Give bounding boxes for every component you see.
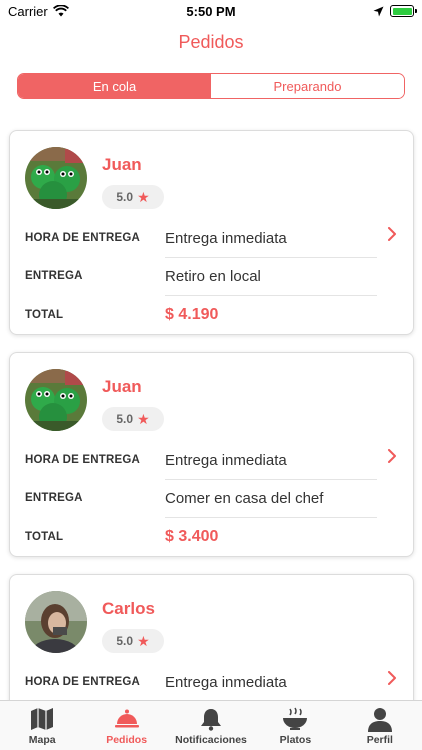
total-row: TOTAL $ 4.190 xyxy=(25,296,377,334)
customer-name: Juan xyxy=(102,377,142,396)
battery-icon xyxy=(390,5,417,17)
status-bar: Carrier 5:50 PM xyxy=(0,0,422,22)
tab-label: Pedidos xyxy=(106,734,148,746)
delivery-value: Retiro en local xyxy=(165,267,261,285)
delivery-row: ENTREGA Comer en casa del chef xyxy=(25,479,377,517)
chevron-right-icon[interactable] xyxy=(385,449,399,463)
tab-label: Platos xyxy=(279,734,312,746)
total-label: TOTAL xyxy=(25,309,64,321)
tab-label: Notificaciones xyxy=(175,734,247,746)
total-label: TOTAL xyxy=(25,531,64,543)
chevron-right-icon[interactable] xyxy=(385,227,399,241)
segment-preparando[interactable]: Preparando xyxy=(211,74,404,98)
delivery-value: Comer en casa del chef xyxy=(165,489,324,507)
rating-badge: 5.0 ★ xyxy=(102,185,164,209)
star-icon: ★ xyxy=(137,632,150,649)
segment-en-cola[interactable]: En cola xyxy=(18,74,211,98)
order-card[interactable]: Juan 5.0 ★ HORA DE ENTREGA Entrega inmed… xyxy=(9,352,414,557)
customer-name: Carlos xyxy=(102,599,155,618)
delivery-time-value: Entrega inmediata xyxy=(165,673,287,691)
status-right xyxy=(373,5,417,17)
battery-fill xyxy=(392,7,412,15)
delivery-time-value: Entrega inmediata xyxy=(165,229,287,247)
delivery-time-label: HORA DE ENTREGA xyxy=(25,676,141,688)
total-value: $ 4.190 xyxy=(165,306,219,323)
carrier-label: Carrier xyxy=(8,3,48,19)
orders-list: Juan 5.0 ★ HORA DE ENTREGA Entrega inmed… xyxy=(0,122,422,700)
frog-avatar xyxy=(25,147,87,209)
tab-notificaciones[interactable]: Notificaciones xyxy=(169,701,253,750)
rating-badge: 5.0 ★ xyxy=(102,407,164,431)
bell-icon xyxy=(201,709,222,731)
customer-name: Juan xyxy=(102,155,142,174)
order-card[interactable]: Juan 5.0 ★ HORA DE ENTREGA Entrega inmed… xyxy=(9,130,414,335)
rating-value: 5.0 xyxy=(116,190,134,204)
rating-value: 5.0 xyxy=(116,634,134,648)
user-icon xyxy=(367,708,392,732)
frog-avatar xyxy=(25,369,87,431)
cloche-icon xyxy=(114,709,139,728)
rating-value: 5.0 xyxy=(116,412,134,426)
delivery-label: ENTREGA xyxy=(25,270,83,282)
tab-label: Mapa xyxy=(28,734,56,746)
star-icon: ★ xyxy=(137,410,150,427)
tab-pedidos[interactable]: Pedidos xyxy=(84,701,168,750)
person-avatar xyxy=(25,591,87,653)
delivery-time-row: HORA DE ENTREGA Entrega inmediata xyxy=(25,219,377,257)
delivery-row: ENTREGA Retiro en local xyxy=(25,257,377,295)
bowl-icon xyxy=(283,707,308,730)
wifi-icon xyxy=(52,5,69,17)
page-title: Pedidos xyxy=(178,32,244,52)
delivery-label: ENTREGA xyxy=(25,492,83,504)
total-value: $ 3.400 xyxy=(165,528,219,545)
segmented-control: En cola Preparando xyxy=(17,73,405,99)
delivery-time-row: HORA DE ENTREGA Entrega inmediata xyxy=(25,663,377,700)
chevron-right-icon[interactable] xyxy=(385,671,399,685)
tab-label: Perfil xyxy=(366,734,393,746)
tab-bar: Mapa Pedidos Notificaciones Platos Perfi… xyxy=(0,700,422,750)
map-icon xyxy=(31,708,54,730)
order-card[interactable]: Carlos 5.0 ★ HORA DE ENTREGA Entrega inm… xyxy=(9,574,414,700)
location-arrow-icon xyxy=(373,6,384,16)
delivery-time-row: HORA DE ENTREGA Entrega inmediata xyxy=(25,441,377,479)
star-icon: ★ xyxy=(137,188,150,205)
total-row: TOTAL $ 3.400 xyxy=(25,518,377,556)
status-left: Carrier xyxy=(8,4,69,19)
tab-perfil[interactable]: Perfil xyxy=(338,701,422,750)
tab-mapa[interactable]: Mapa xyxy=(0,701,84,750)
tab-platos[interactable]: Platos xyxy=(253,701,337,750)
delivery-time-label: HORA DE ENTREGA xyxy=(25,232,141,244)
delivery-time-value: Entrega inmediata xyxy=(165,451,287,469)
rating-badge: 5.0 ★ xyxy=(102,629,164,653)
delivery-time-label: HORA DE ENTREGA xyxy=(25,454,141,466)
